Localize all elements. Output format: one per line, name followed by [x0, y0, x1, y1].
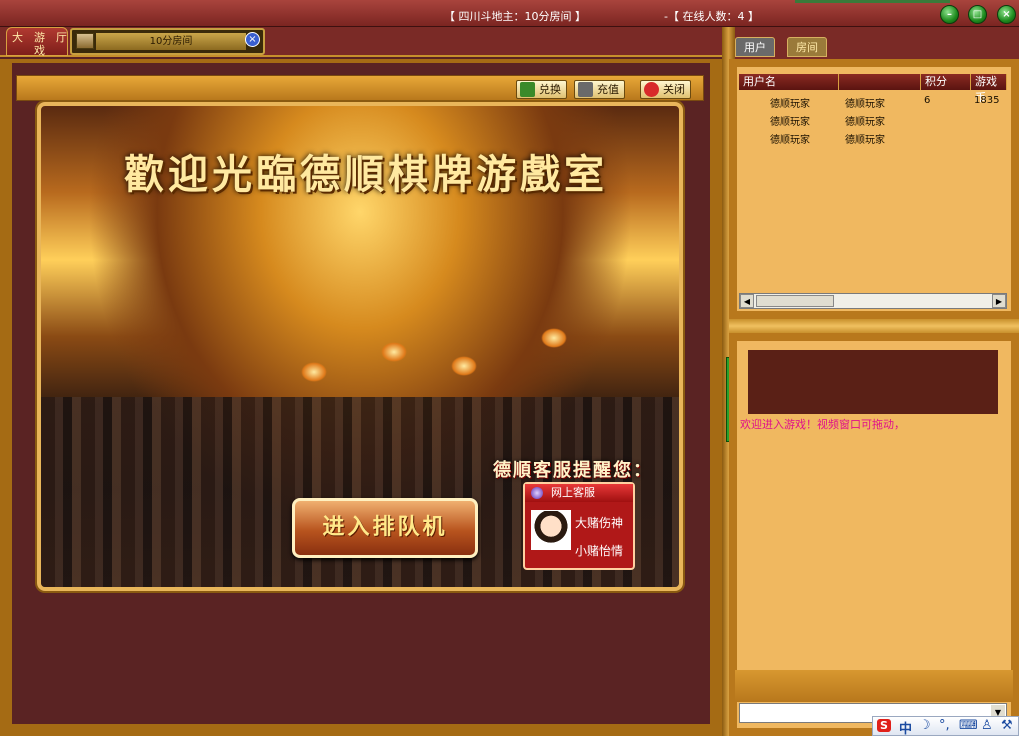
close-icon: ×: [1002, 9, 1011, 20]
horizontal-scrollbar[interactable]: ◀ ▶: [739, 293, 1007, 309]
user-score: 6: [924, 95, 931, 106]
moon-icon[interactable]: ☽: [919, 718, 931, 733]
video-window[interactable]: [748, 350, 998, 414]
user-nickname: 德顺玩家: [845, 135, 885, 146]
title-bar-highlight: [795, 0, 950, 3]
cs-agent-2[interactable]: 小赌怡情: [575, 542, 623, 559]
exchange-icon: [520, 82, 535, 97]
maximize-button[interactable]: □: [968, 5, 987, 24]
chat-message: 欢迎进入游戏！视频窗口可拖动，: [740, 418, 905, 431]
wrench-icon[interactable]: ⚒: [1001, 718, 1013, 733]
ime-logo-icon[interactable]: S: [877, 719, 891, 732]
maximize-icon: □: [972, 9, 983, 20]
enter-queue-button[interactable]: 进入排队机: [292, 498, 478, 558]
welcome-banner: 歡迎光臨德順棋牌游戲室 德順客服提醒您： 进入排队机 网上客服 大赌伤神 小赌怡…: [37, 102, 683, 591]
close-room-icon: [644, 82, 659, 97]
chandelier: [541, 328, 567, 348]
recharge-label: 充值: [597, 83, 619, 96]
tab-lobby-char: 戏: [34, 44, 45, 57]
column-header[interactable]: 游戏币: [971, 74, 1007, 104]
recharge-button[interactable]: 充值: [574, 80, 625, 99]
chat-toolbar: [735, 670, 1013, 702]
table-row[interactable]: 德顺玩家 德顺玩家 6 1835: [739, 92, 1007, 110]
tab-room-label: 10分房间: [96, 33, 246, 50]
scroll-thumb[interactable]: [756, 295, 834, 307]
scroll-left-icon[interactable]: ◀: [740, 294, 754, 308]
cs-agent-1[interactable]: 大赌伤神: [575, 514, 623, 531]
user-nickname: 德顺玩家: [845, 99, 885, 110]
tab-users[interactable]: 用户: [735, 37, 775, 57]
room-toolbar: 兑换 充值 关闭: [16, 75, 704, 101]
close-room-button[interactable]: 关闭: [640, 80, 691, 99]
ime-mode[interactable]: 中: [899, 718, 912, 736]
sidebar-tabs: 用户 房间: [735, 37, 1019, 59]
keyboard-icon[interactable]: ⌨: [959, 718, 978, 733]
user-icon[interactable]: ♙: [981, 718, 993, 733]
close-window-button[interactable]: ×: [997, 5, 1016, 24]
game-client-window: 【 四川斗地主：10分房间 】 -【 在线人数：4 】 – □ × 大 游 厅 …: [0, 0, 1019, 736]
chandelier: [381, 342, 407, 362]
close-tab-icon[interactable]: ×: [245, 32, 260, 47]
minimize-button[interactable]: –: [940, 5, 959, 24]
panel-separator: [729, 319, 1019, 333]
minimize-icon: –: [947, 9, 952, 20]
column-header[interactable]: [839, 74, 921, 90]
user-coins: 1835: [974, 95, 1000, 106]
recharge-icon: [578, 82, 593, 97]
room-icon: [76, 33, 94, 49]
punctuation-icon[interactable]: °,: [939, 718, 950, 733]
title-bar: 【 四川斗地主：10分房间 】 -【 在线人数：4 】 – □ ×: [0, 0, 1019, 27]
welcome-title: 歡迎光臨德順棋牌游戲室: [124, 151, 608, 198]
column-header[interactable]: 积分: [921, 74, 971, 90]
customer-service-panel[interactable]: 网上客服 大赌伤神 小赌怡情: [523, 482, 635, 570]
tab-rooms[interactable]: 房间: [787, 37, 827, 57]
user-name: 德顺玩家: [770, 99, 810, 110]
chandelier: [301, 362, 327, 382]
user-list: 用户名 积分 游戏币 德顺玩家 德顺玩家 6 1835 德顺玩家 德顺玩家 德顺…: [739, 74, 1007, 294]
table-row[interactable]: 德顺玩家 德顺玩家: [739, 110, 1007, 128]
close-room-label: 关闭: [663, 83, 685, 96]
user-name: 德顺玩家: [770, 135, 810, 146]
customer-service-title: 网上客服: [551, 486, 595, 499]
ime-toolbar[interactable]: S 中 ☽ °, ⌨ ♙ ⚒: [872, 716, 1019, 736]
exchange-button[interactable]: 兑换: [516, 80, 567, 99]
tab-lobby-char: 大: [12, 31, 23, 44]
exchange-label: 兑换: [539, 83, 561, 96]
service-orb-icon: [531, 487, 543, 499]
tab-room[interactable]: 10分房间 ×: [70, 28, 265, 55]
column-header[interactable]: 用户名: [739, 74, 839, 90]
table-row[interactable]: 德顺玩家 德顺玩家: [739, 128, 1007, 146]
tab-lobby-char: 厅: [56, 31, 67, 44]
agent-avatar: [531, 510, 571, 550]
tab-row: 大 游 厅 戏 10分房间 ×: [0, 27, 722, 57]
customer-service-header: 网上客服: [525, 484, 633, 502]
chandelier: [451, 356, 477, 376]
online-count: -【 在线人数：4 】: [664, 10, 759, 23]
chat-log: 欢迎进入游戏！视频窗口可拖动，: [739, 414, 1007, 670]
tab-game-lobby[interactable]: 大 游 厅 戏: [6, 27, 68, 57]
user-name: 德顺玩家: [770, 117, 810, 128]
scroll-right-icon[interactable]: ▶: [992, 294, 1006, 308]
service-reminder: 德順客服提醒您：: [493, 460, 653, 481]
room-title: 【 四川斗地主：10分房间 】: [444, 10, 586, 23]
user-nickname: 德顺玩家: [845, 117, 885, 128]
